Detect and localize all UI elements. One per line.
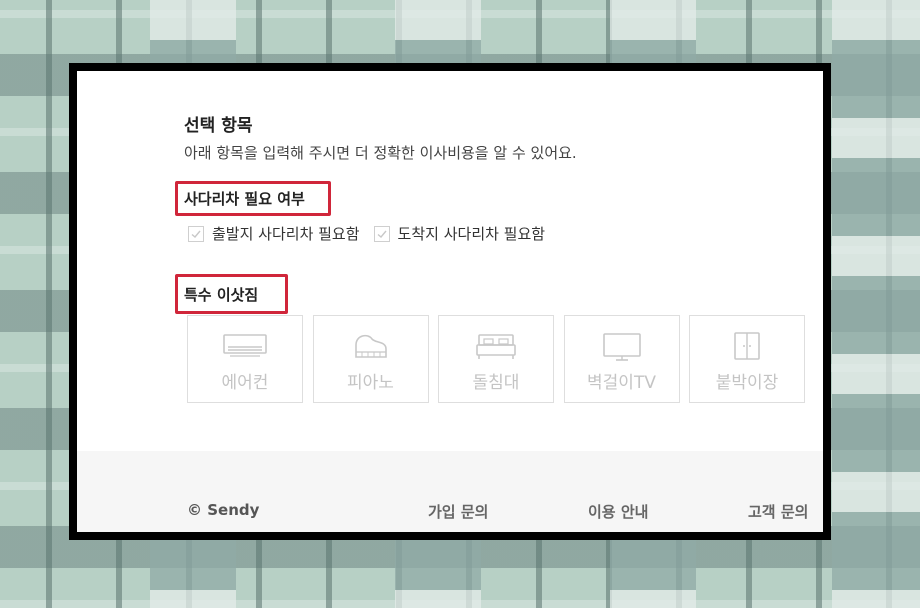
special-item-piano[interactable]: 피아노	[312, 315, 429, 403]
special-item-label: 붙박이장	[715, 373, 779, 393]
special-item-label: 에어컨	[221, 373, 269, 393]
section-subtitle: 아래 항목을 입력해 주시면 더 정확한 이사비용을 알 수 있어요.	[184, 144, 577, 162]
bed-icon	[476, 334, 516, 359]
special-item-label: 돌침대	[472, 373, 520, 393]
special-item-label: 피아노	[347, 373, 394, 393]
section-title: 선택 항목	[184, 116, 253, 136]
origin-ladder-checkbox[interactable]	[188, 225, 204, 242]
highlight-frame: 선택 항목 아래 항목을 입력해 주시면 더 정확한 이사비용을 알 수 있어요…	[69, 63, 831, 540]
special-item-air-conditioner[interactable]: 에어컨	[187, 315, 303, 403]
special-item-stone-bed[interactable]: 돌침대	[438, 315, 554, 403]
footer: © Sendy 가입 문의 이용 안내 고객 문의	[77, 451, 823, 532]
footer-link-signup-inquiry[interactable]: 가입 문의	[428, 501, 488, 522]
origin-ladder-option[interactable]: 출발지 사다리차 필요함	[188, 223, 360, 244]
check-icon	[191, 230, 201, 238]
special-items-list: 에어컨 피아노 돌침대 벽걸이TV 붙박이장	[187, 315, 815, 403]
special-items-heading: 특수 이삿짐	[175, 274, 288, 314]
origin-ladder-label: 출발지 사다리차 필요함	[212, 225, 360, 243]
destination-ladder-option[interactable]: 도착지 사다리차 필요함	[373, 223, 546, 244]
special-item-label: 벽걸이TV	[587, 373, 656, 393]
destination-ladder-label: 도착지 사다리차 필요함	[397, 225, 546, 243]
special-item-wall-tv[interactable]: 벽걸이TV	[563, 315, 680, 403]
options-panel: 선택 항목 아래 항목을 입력해 주시면 더 정확한 이사비용을 알 수 있어요…	[77, 71, 823, 532]
check-icon	[377, 230, 387, 238]
wardrobe-icon	[734, 332, 760, 360]
building-column	[832, 0, 920, 608]
tv-icon	[602, 333, 641, 361]
ladder-options: 출발지 사다리차 필요함 도착지 사다리차 필요함	[188, 223, 559, 244]
air-conditioner-icon	[223, 334, 267, 357]
special-item-built-in-closet[interactable]: 붙박이장	[689, 315, 805, 403]
footer-link-customer-inquiry[interactable]: 고객 문의	[748, 501, 808, 522]
piano-icon	[354, 334, 387, 358]
destination-ladder-checkbox[interactable]	[373, 225, 390, 242]
ladder-section-heading: 사다리차 필요 여부	[175, 181, 331, 216]
footer-link-usage-guide[interactable]: 이용 안내	[588, 501, 648, 522]
footer-copyright: © Sendy	[187, 501, 260, 519]
